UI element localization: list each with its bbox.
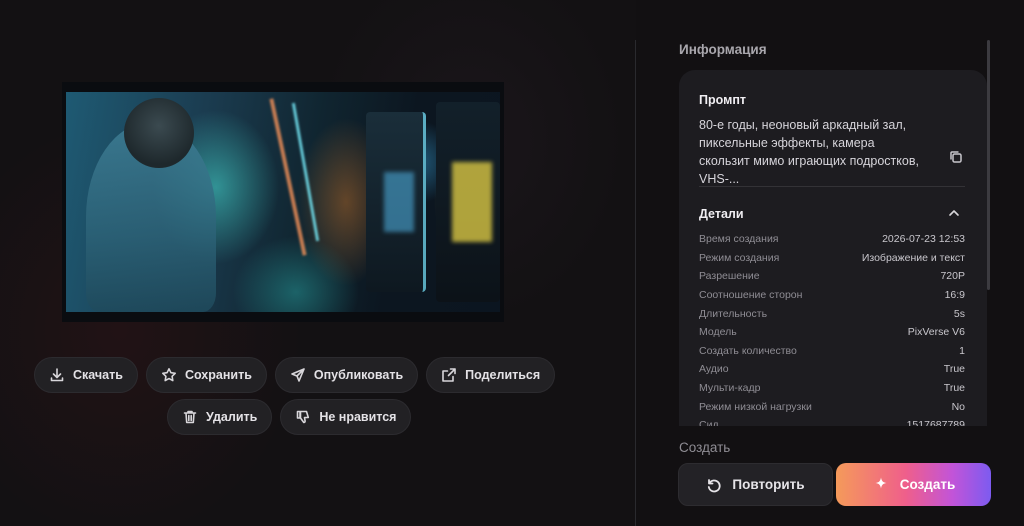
video-preview[interactable] <box>62 82 504 322</box>
detail-value: 5s <box>953 307 965 320</box>
panel-divider <box>635 40 636 526</box>
detail-key: Создать количество <box>699 344 797 357</box>
detail-key: Время создания <box>699 233 779 246</box>
detail-row: Аудио True <box>699 360 965 379</box>
details-collapse-toggle[interactable] <box>947 206 961 220</box>
info-card: Промпт 80-е годы, неоновый аркадный зал,… <box>679 70 987 426</box>
dislike-label: Не нравится <box>319 410 397 424</box>
create-button[interactable]: Создать <box>836 463 991 506</box>
detail-row: Модель PixVerse V6 <box>699 323 965 342</box>
detail-key: Модель <box>699 326 737 339</box>
action-row-primary: Скачать Сохранить Опубликовать Поделитьс… <box>34 357 556 393</box>
delete-button[interactable]: Удалить <box>167 399 273 435</box>
publish-button[interactable]: Опубликовать <box>274 357 419 393</box>
details-label: Детали <box>699 207 744 221</box>
prompt-text: 80-е годы, неоновый аркадный зал, пиксел… <box>699 118 919 186</box>
repeat-button[interactable]: Повторить <box>678 463 833 506</box>
sparkle-icon <box>875 477 887 488</box>
detail-key: Режим низкой нагрузки <box>699 400 812 413</box>
detail-key: Аудио <box>699 363 729 376</box>
thumbs-down-icon <box>297 410 310 424</box>
save-button[interactable]: Сохранить <box>145 357 267 393</box>
chevron-up-icon <box>949 210 959 216</box>
detail-value: Изображение и текст <box>861 251 965 264</box>
delete-label: Удалить <box>206 410 258 424</box>
detail-row: Разрешение 720P <box>699 267 965 286</box>
star-icon <box>161 368 176 382</box>
share-icon <box>442 368 456 382</box>
details-list: Время создания 2026-07-23 12:53 Режим соз… <box>699 230 965 426</box>
detail-row: Время создания 2026-07-23 12:53 <box>699 230 965 249</box>
detail-value: 1 <box>959 344 965 357</box>
detail-value: PixVerse V6 <box>907 326 965 339</box>
detail-value: 720P <box>940 270 965 283</box>
save-label: Сохранить <box>184 368 252 382</box>
download-label: Скачать <box>73 368 123 382</box>
detail-value: No <box>951 400 965 413</box>
download-icon <box>50 368 64 382</box>
detail-row: Создать количество 1 <box>699 342 965 361</box>
refresh-icon <box>708 478 721 492</box>
info-title: Информация <box>679 42 767 57</box>
detail-key: Соотношение сторон <box>699 289 803 302</box>
detail-key: Режим создания <box>699 251 780 264</box>
detail-value: 2026-07-23 12:53 <box>882 233 965 246</box>
detail-value: 16:9 <box>944 289 965 302</box>
copy-prompt-button[interactable] <box>949 150 963 164</box>
repeat-label: Повторить <box>732 477 805 492</box>
detail-row: Длительность 5s <box>699 304 965 323</box>
dislike-button[interactable]: Не нравится <box>280 399 412 435</box>
detail-key: Разрешение <box>699 270 760 283</box>
detail-key: Сид <box>699 419 719 426</box>
detail-row: Режим создания Изображение и текст <box>699 249 965 268</box>
trash-icon <box>183 410 197 424</box>
publish-label: Опубликовать <box>313 368 404 382</box>
share-label: Поделиться <box>465 368 541 382</box>
detail-row: Соотношение сторон 16:9 <box>699 286 965 305</box>
detail-key: Мульти-кадр <box>699 382 761 395</box>
send-icon <box>291 368 305 382</box>
detail-row: Сид 1517687789 <box>699 416 965 426</box>
copy-icon <box>950 151 962 163</box>
detail-value: 1517687789 <box>906 419 965 426</box>
prompt-label: Промпт <box>699 93 747 107</box>
detail-row: Режим низкой нагрузки No <box>699 397 965 416</box>
info-scrollbar[interactable] <box>987 40 990 290</box>
action-row-secondary: Удалить Не нравится <box>167 399 412 435</box>
detail-value: True <box>943 363 965 376</box>
card-divider <box>699 186 965 187</box>
share-button[interactable]: Поделиться <box>426 357 556 393</box>
create-label: Создать <box>899 477 956 492</box>
download-button[interactable]: Скачать <box>34 357 138 393</box>
create-section-label: Создать <box>679 440 731 455</box>
detail-value: True <box>943 382 965 395</box>
detail-key: Длительность <box>699 307 768 320</box>
video-thumbnail <box>66 92 500 312</box>
detail-row: Мульти-кадр True <box>699 379 965 398</box>
